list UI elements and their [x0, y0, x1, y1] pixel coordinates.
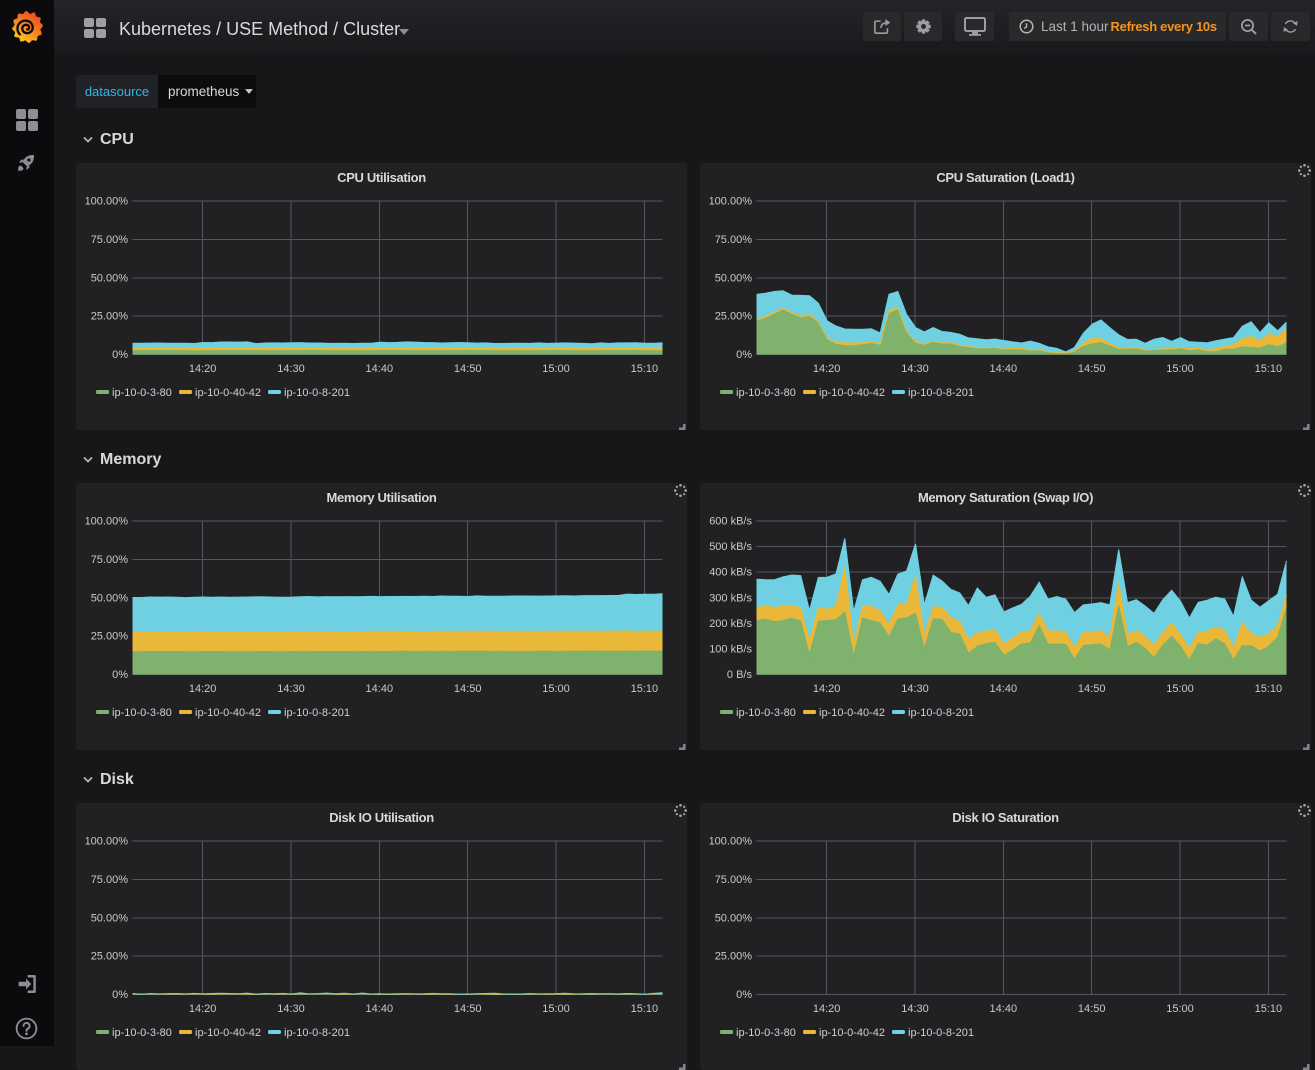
svg-text:ip-10-0-3-80: ip-10-0-3-80 — [736, 387, 796, 399]
svg-text:15:10: 15:10 — [631, 683, 659, 695]
svg-text:50.00%: 50.00% — [91, 272, 129, 284]
svg-text:14:30: 14:30 — [277, 363, 305, 375]
svg-text:ip-10-0-8-201: ip-10-0-8-201 — [284, 387, 350, 399]
svg-text:15:00: 15:00 — [1166, 1003, 1194, 1015]
svg-text:14:20: 14:20 — [813, 1003, 841, 1015]
svg-text:50.00%: 50.00% — [715, 272, 753, 284]
svg-text:14:30: 14:30 — [901, 683, 929, 695]
svg-text:14:20: 14:20 — [813, 363, 841, 375]
svg-text:14:40: 14:40 — [990, 363, 1018, 375]
svg-text:200 kB/s: 200 kB/s — [709, 618, 752, 630]
svg-text:14:50: 14:50 — [1078, 1003, 1106, 1015]
svg-text:25.00%: 25.00% — [715, 951, 753, 963]
svg-text:15:00: 15:00 — [542, 683, 570, 695]
svg-text:0 B/s: 0 B/s — [727, 669, 753, 681]
svg-text:14:40: 14:40 — [990, 1003, 1018, 1015]
svg-text:15:00: 15:00 — [1166, 683, 1194, 695]
svg-text:75.00%: 75.00% — [715, 234, 753, 246]
svg-text:14:20: 14:20 — [189, 1003, 217, 1015]
svg-text:ip-10-0-40-42: ip-10-0-40-42 — [195, 387, 261, 399]
svg-text:ip-10-0-8-201: ip-10-0-8-201 — [908, 1027, 974, 1039]
svg-text:14:40: 14:40 — [366, 683, 394, 695]
svg-text:14:40: 14:40 — [366, 1003, 394, 1015]
svg-text:14:50: 14:50 — [454, 1003, 482, 1015]
svg-text:15:00: 15:00 — [542, 1003, 570, 1015]
svg-text:14:50: 14:50 — [454, 683, 482, 695]
svg-text:0%: 0% — [112, 349, 128, 361]
svg-text:600 kB/s: 600 kB/s — [709, 516, 752, 528]
svg-text:15:10: 15:10 — [631, 363, 659, 375]
svg-text:100.00%: 100.00% — [85, 516, 129, 528]
svg-text:14:20: 14:20 — [189, 683, 217, 695]
svg-text:15:10: 15:10 — [1255, 363, 1283, 375]
svg-text:14:20: 14:20 — [189, 363, 217, 375]
svg-text:0%: 0% — [736, 989, 752, 1001]
svg-text:500 kB/s: 500 kB/s — [709, 541, 752, 553]
svg-text:25.00%: 25.00% — [91, 951, 129, 963]
svg-text:ip-10-0-3-80: ip-10-0-3-80 — [736, 1027, 796, 1039]
svg-text:ip-10-0-40-42: ip-10-0-40-42 — [819, 707, 885, 719]
svg-text:300 kB/s: 300 kB/s — [709, 592, 752, 604]
svg-text:14:30: 14:30 — [277, 1003, 305, 1015]
svg-text:15:10: 15:10 — [1255, 683, 1283, 695]
svg-text:0%: 0% — [112, 989, 128, 1001]
svg-text:25.00%: 25.00% — [91, 631, 129, 643]
svg-text:14:30: 14:30 — [901, 363, 929, 375]
svg-text:75.00%: 75.00% — [91, 554, 129, 566]
svg-text:14:30: 14:30 — [277, 683, 305, 695]
svg-text:ip-10-0-40-42: ip-10-0-40-42 — [195, 707, 261, 719]
svg-text:14:40: 14:40 — [366, 363, 394, 375]
svg-text:50.00%: 50.00% — [715, 912, 753, 924]
svg-text:14:20: 14:20 — [813, 683, 841, 695]
svg-text:ip-10-0-3-80: ip-10-0-3-80 — [736, 707, 796, 719]
svg-text:400 kB/s: 400 kB/s — [709, 567, 752, 579]
svg-text:25.00%: 25.00% — [91, 311, 129, 323]
svg-text:100.00%: 100.00% — [709, 196, 753, 208]
svg-text:ip-10-0-40-42: ip-10-0-40-42 — [195, 1027, 261, 1039]
svg-text:ip-10-0-40-42: ip-10-0-40-42 — [819, 1027, 885, 1039]
svg-text:14:30: 14:30 — [901, 1003, 929, 1015]
svg-text:75.00%: 75.00% — [91, 234, 129, 246]
svg-text:25.00%: 25.00% — [715, 311, 753, 323]
svg-text:ip-10-0-8-201: ip-10-0-8-201 — [284, 707, 350, 719]
svg-text:100.00%: 100.00% — [85, 836, 129, 848]
svg-text:50.00%: 50.00% — [91, 912, 129, 924]
svg-text:15:10: 15:10 — [1255, 1003, 1283, 1015]
svg-text:ip-10-0-3-80: ip-10-0-3-80 — [112, 707, 172, 719]
svg-text:ip-10-0-3-80: ip-10-0-3-80 — [112, 1027, 172, 1039]
svg-text:75.00%: 75.00% — [91, 874, 129, 886]
svg-text:ip-10-0-40-42: ip-10-0-40-42 — [819, 387, 885, 399]
svg-text:ip-10-0-8-201: ip-10-0-8-201 — [284, 1027, 350, 1039]
svg-text:100.00%: 100.00% — [709, 836, 753, 848]
svg-text:14:50: 14:50 — [1078, 363, 1106, 375]
svg-text:0%: 0% — [112, 669, 128, 681]
svg-text:15:00: 15:00 — [1166, 363, 1194, 375]
svg-text:15:10: 15:10 — [631, 1003, 659, 1015]
svg-text:ip-10-0-3-80: ip-10-0-3-80 — [112, 387, 172, 399]
svg-text:14:40: 14:40 — [990, 683, 1018, 695]
svg-text:100 kB/s: 100 kB/s — [709, 644, 752, 656]
svg-text:50.00%: 50.00% — [91, 592, 129, 604]
svg-text:15:00: 15:00 — [542, 363, 570, 375]
svg-text:100.00%: 100.00% — [85, 196, 129, 208]
svg-text:75.00%: 75.00% — [715, 874, 753, 886]
svg-text:14:50: 14:50 — [454, 363, 482, 375]
svg-text:0%: 0% — [736, 349, 752, 361]
svg-text:ip-10-0-8-201: ip-10-0-8-201 — [908, 387, 974, 399]
svg-text:ip-10-0-8-201: ip-10-0-8-201 — [908, 707, 974, 719]
svg-text:14:50: 14:50 — [1078, 683, 1106, 695]
